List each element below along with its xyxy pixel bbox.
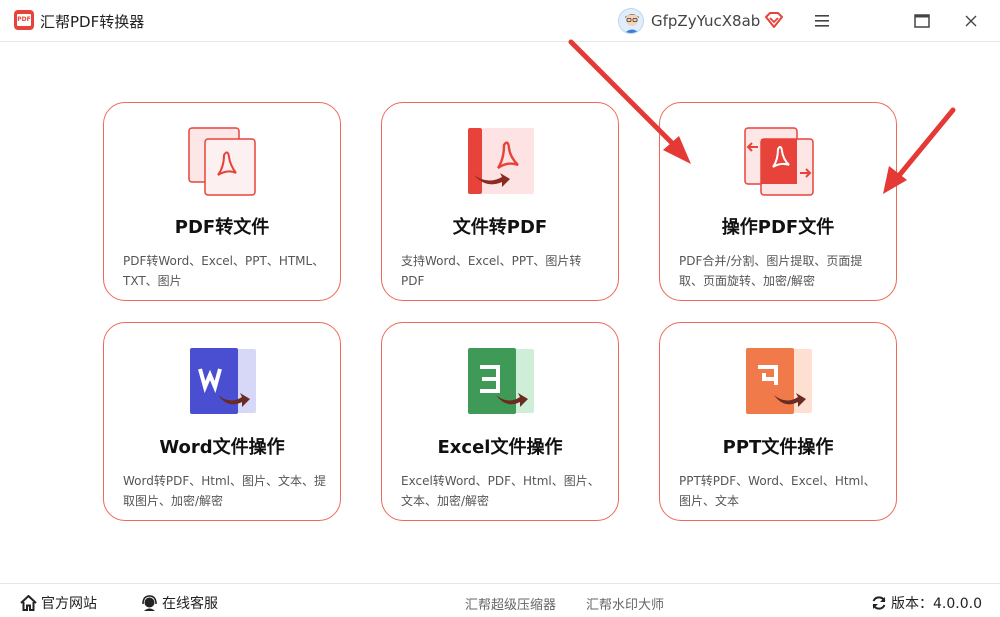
watermark-link[interactable]: 汇帮水印大师 [586,594,664,613]
version-info[interactable]: 版本：4.0.0.0 [871,593,982,613]
app-title: 汇帮PDF转换器 [40,13,145,31]
app-logo-text: PDF [17,16,31,23]
excel-icon [466,347,536,417]
card-desc: 支持Word、Excel、PPT、图片转PDF [401,254,582,288]
close-icon[interactable] [960,10,982,32]
card-title: PPT文件操作 [722,437,834,458]
online-support-link[interactable]: 在线客服 [141,593,218,613]
compressor-link[interactable]: 汇帮超级压缩器 [465,594,556,613]
word-icon [188,347,258,417]
card-word[interactable]: Word文件操作 Word转PDF、Html、图片、文本、提取图片、加密/解密 [103,322,341,521]
refresh-icon [872,596,886,610]
diamond-icon[interactable] [765,12,783,28]
card-pdf-operate[interactable]: 操作PDF文件 PDF合并/分割、图片提取、页面提取、页面旋转、加密/解密 [659,102,897,301]
card-desc: Excel转Word、PDF、Html、图片、文本、加密/解密 [401,474,600,508]
card-title: PDF转文件 [174,217,270,238]
file-to-pdf-icon [466,127,536,197]
card-pdf-to-file[interactable]: PDF转文件 PDF转Word、Excel、PPT、HTML、TXT、图片 [103,102,341,301]
card-excel[interactable]: Excel文件操作 Excel转Word、PDF、Html、图片、文本、加密/解… [381,322,619,521]
card-title: Word文件操作 [159,437,285,458]
ppt-icon [744,347,814,417]
card-title: 文件转PDF [452,217,548,238]
online-support-label: 在线客服 [162,596,218,612]
pdf-to-file-icon [188,127,258,197]
card-title: 操作PDF文件 [721,217,835,238]
home-icon [20,595,37,611]
card-title: Excel文件操作 [437,437,563,458]
card-file-to-pdf[interactable]: 文件转PDF 支持Word、Excel、PPT、图片转PDF [381,102,619,301]
app-logo: PDF [14,10,34,30]
official-website-label: 官方网站 [41,596,97,612]
maximize-icon[interactable] [911,10,933,32]
title-bar: PDF 汇帮PDF转换器 GfpZyYucX8ab [0,0,1000,42]
menu-icon[interactable] [811,10,833,32]
headset-icon [142,594,157,611]
official-website-link[interactable]: 官方网站 [20,593,97,613]
card-desc: PPT转PDF、Word、Excel、Html、图片、文本 [679,474,876,508]
card-ppt[interactable]: PPT文件操作 PPT转PDF、Word、Excel、Html、图片、文本 [659,322,897,521]
version-label: 版本：4.0.0.0 [891,596,982,612]
card-desc: Word转PDF、Html、图片、文本、提取图片、加密/解密 [123,474,326,508]
user-avatar[interactable] [618,8,644,34]
pdf-operate-icon [744,127,814,197]
footer: 官方网站 在线客服 汇帮超级压缩器 汇帮水印大师 版本：4.0.0.0 [0,583,1000,617]
card-desc: PDF转Word、Excel、PPT、HTML、TXT、图片 [123,254,325,288]
card-desc: PDF合并/分割、图片提取、页面提取、页面旋转、加密/解密 [679,254,863,288]
username[interactable]: GfpZyYucX8ab [651,12,760,30]
